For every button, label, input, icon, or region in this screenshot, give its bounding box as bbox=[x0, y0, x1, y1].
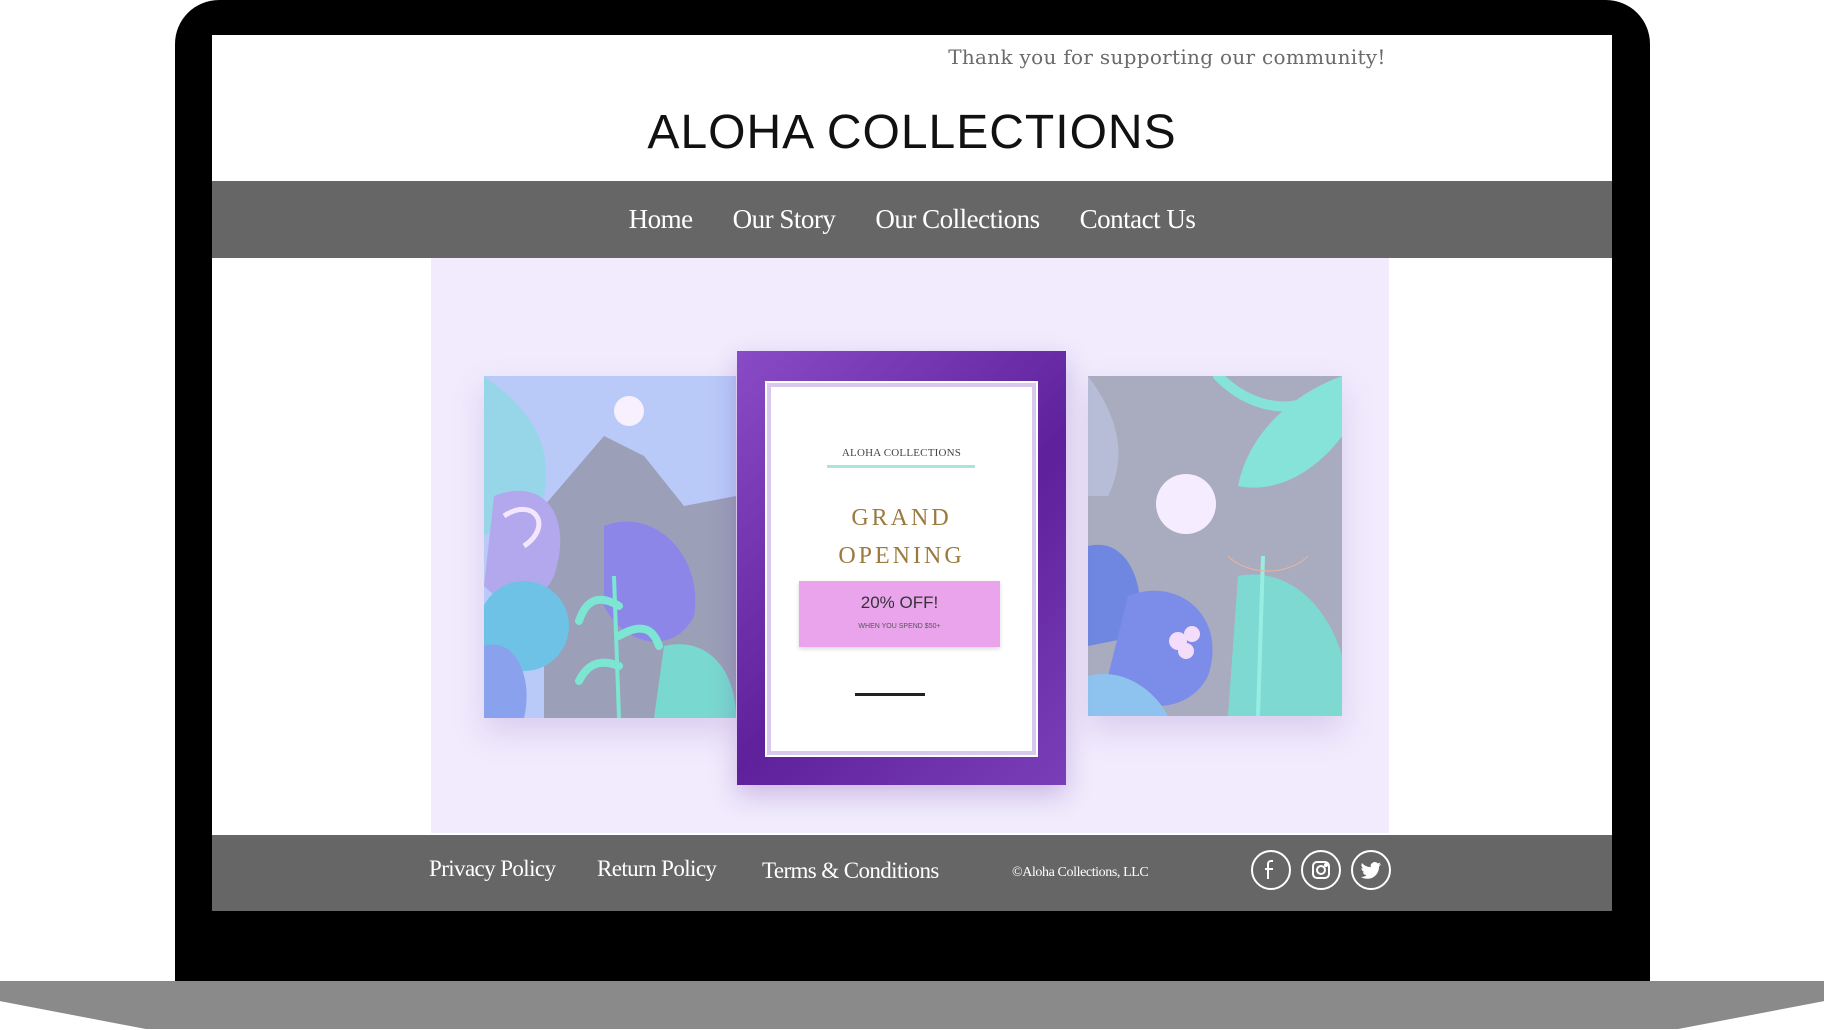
poster-title-line-2: OPENING bbox=[838, 543, 965, 569]
poster-card: ALOHA COLLECTIONS GRAND OPENING 20% OFF!… bbox=[765, 381, 1038, 757]
tropical-illustration-left bbox=[484, 376, 736, 718]
promo-condition: WHEN YOU SPEND $50+ bbox=[858, 623, 941, 630]
instagram-icon[interactable] bbox=[1301, 850, 1341, 890]
nav-our-story[interactable]: Our Story bbox=[733, 204, 836, 235]
tropical-card-left bbox=[484, 376, 736, 718]
tropical-card-right bbox=[1088, 376, 1342, 716]
footer-privacy-policy[interactable]: Privacy Policy bbox=[429, 856, 556, 882]
grand-opening-poster[interactable]: ALOHA COLLECTIONS GRAND OPENING 20% OFF!… bbox=[737, 351, 1066, 785]
nav-our-collections[interactable]: Our Collections bbox=[875, 204, 1040, 235]
site-brand[interactable]: ALOHA COLLECTIONS bbox=[212, 105, 1612, 160]
poster-title: GRAND OPENING bbox=[771, 499, 1032, 575]
promo-box: 20% OFF! WHEN YOU SPEND $50+ bbox=[799, 581, 1000, 647]
site-tagline: Thank you for supporting our community! bbox=[948, 45, 1386, 69]
poster-title-line-1: GRAND bbox=[851, 505, 952, 531]
promo-discount: 20% OFF! bbox=[860, 593, 939, 612]
nav-contact-us[interactable]: Contact Us bbox=[1080, 204, 1196, 235]
twitter-icon[interactable] bbox=[1351, 850, 1391, 890]
poster-brand: ALOHA COLLECTIONS bbox=[841, 447, 962, 459]
facebook-icon[interactable] bbox=[1251, 850, 1291, 890]
poster-footer-mark bbox=[855, 693, 925, 696]
laptop-screen: Thank you for supporting our community! … bbox=[212, 35, 1612, 911]
nav-home[interactable]: Home bbox=[629, 204, 693, 235]
poster-divider bbox=[827, 465, 975, 468]
site-footer: Privacy Policy Return Policy Terms & Con… bbox=[212, 835, 1612, 911]
main-nav: Home Our Story Our Collections Contact U… bbox=[212, 181, 1612, 258]
hero-banner: ALOHA COLLECTIONS GRAND OPENING 20% OFF!… bbox=[431, 258, 1389, 833]
tropical-illustration-right bbox=[1088, 376, 1342, 716]
laptop-base bbox=[0, 981, 1824, 1029]
footer-copyright: ©Aloha Collections, LLC bbox=[1012, 865, 1149, 880]
footer-terms-conditions[interactable]: Terms & Conditions bbox=[762, 858, 939, 884]
footer-return-policy[interactable]: Return Policy bbox=[597, 856, 717, 882]
